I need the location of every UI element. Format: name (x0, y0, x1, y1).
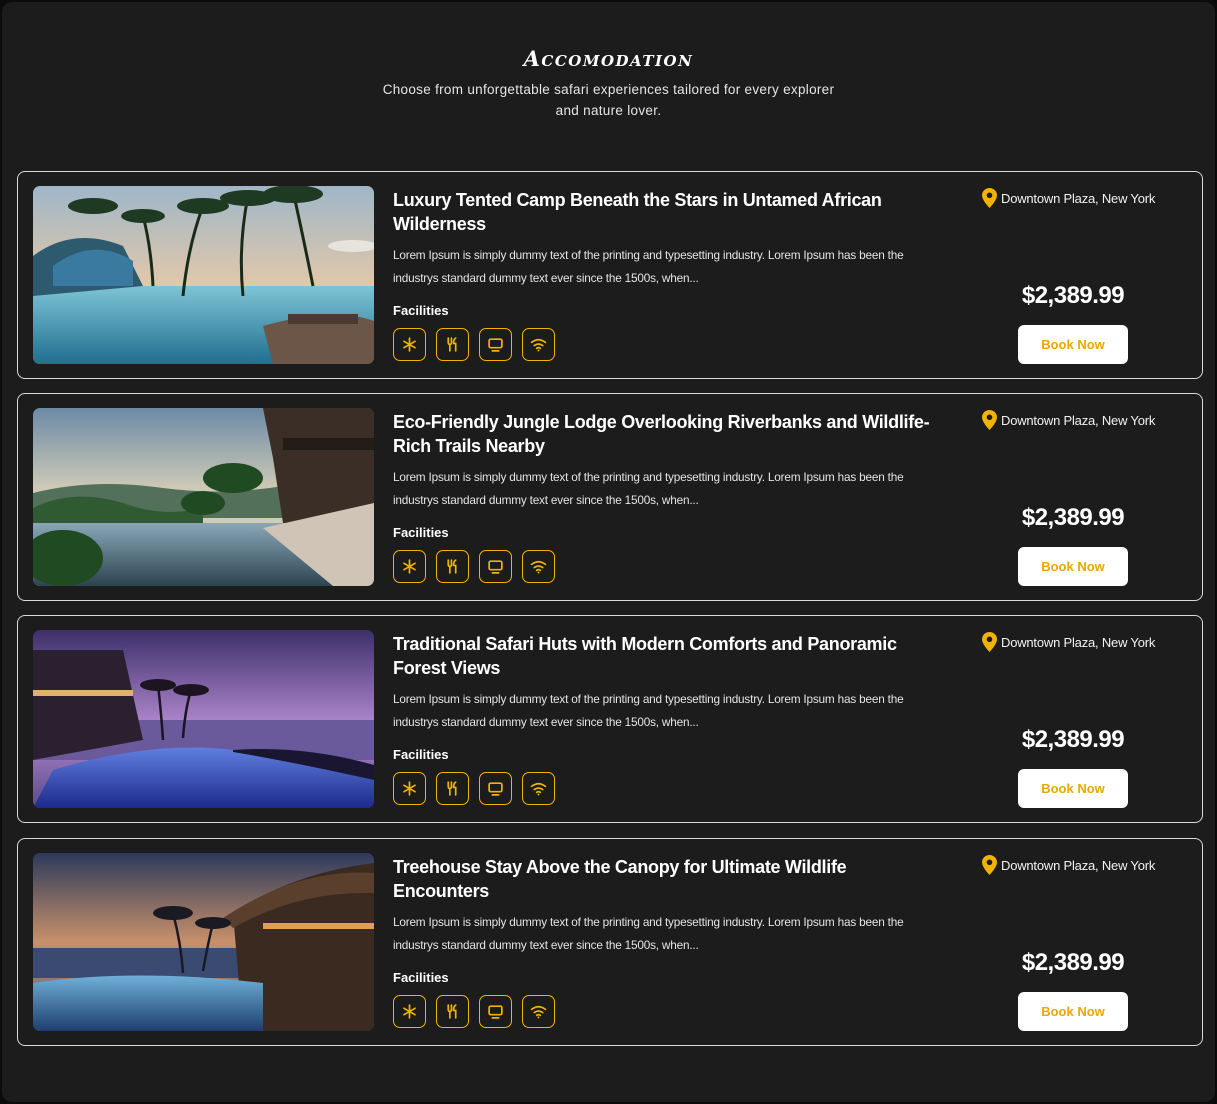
card-description: Lorem Ipsum is simply dummy text of the … (393, 248, 904, 285)
section-title: Accomodation (523, 46, 694, 71)
location-text: Downtown Plaza, New York (1001, 857, 1156, 873)
card-title: Luxury Tented Camp Beneath the Stars in … (393, 190, 882, 234)
card-price: $2,389.99 (1021, 282, 1125, 309)
card-image-sunset-pool[interactable] (33, 630, 374, 808)
card-title: Eco-Friendly Jungle Lodge Overlooking Ri… (393, 412, 930, 456)
accommodation-section: Accomodation Choose from unforgettable s… (2, 2, 1215, 1102)
snowflake-icon (393, 328, 426, 361)
fork-knife-icon (436, 772, 469, 805)
facilities-list (393, 995, 555, 1028)
accommodation-card: Luxury Tented Camp Beneath the Stars in … (17, 171, 1203, 379)
card-title: Treehouse Stay Above the Canopy for Ulti… (393, 857, 847, 901)
snowflake-icon (393, 772, 426, 805)
card-price: $2,389.99 (1021, 726, 1125, 753)
facilities-label: Facilities (393, 747, 449, 762)
fork-knife-icon (436, 995, 469, 1028)
book-now-button[interactable]: Book Now (1018, 992, 1128, 1031)
facilities-label: Facilities (393, 303, 449, 318)
facilities-list (393, 328, 555, 361)
map-pin-icon (982, 632, 997, 652)
tv-icon (479, 550, 512, 583)
facilities-list (393, 772, 555, 805)
snowflake-icon (393, 995, 426, 1028)
location-text: Downtown Plaza, New York (1001, 634, 1156, 650)
snowflake-icon (393, 550, 426, 583)
map-pin-icon (982, 410, 997, 430)
accommodation-card: Traditional Safari Huts with Modern Comf… (17, 615, 1203, 823)
card-location: Downtown Plaza, New York (982, 855, 1155, 875)
book-now-button[interactable]: Book Now (1018, 325, 1128, 364)
card-location: Downtown Plaza, New York (982, 632, 1155, 652)
card-description: Lorem Ipsum is simply dummy text of the … (393, 915, 904, 952)
section-subtitle: Choose from unforgettable safari experie… (382, 82, 835, 118)
wifi-icon (522, 995, 555, 1028)
fork-knife-icon (436, 328, 469, 361)
accommodation-card: Treehouse Stay Above the Canopy for Ulti… (17, 838, 1203, 1046)
accommodation-card: Eco-Friendly Jungle Lodge Overlooking Ri… (17, 393, 1203, 601)
card-price: $2,389.99 (1021, 949, 1125, 976)
tv-icon (479, 772, 512, 805)
wifi-icon (522, 772, 555, 805)
card-description: Lorem Ipsum is simply dummy text of the … (393, 470, 904, 507)
tv-icon (479, 328, 512, 361)
facilities-list (393, 550, 555, 583)
facilities-label: Facilities (393, 970, 449, 985)
card-location: Downtown Plaza, New York (982, 410, 1155, 430)
card-location: Downtown Plaza, New York (982, 188, 1155, 208)
wifi-icon (522, 328, 555, 361)
card-price: $2,389.99 (1021, 504, 1125, 531)
card-description: Lorem Ipsum is simply dummy text of the … (393, 692, 904, 729)
card-image-pool-palms[interactable] (33, 186, 374, 364)
location-text: Downtown Plaza, New York (1001, 412, 1156, 428)
location-text: Downtown Plaza, New York (1001, 190, 1156, 206)
tv-icon (479, 995, 512, 1028)
wifi-icon (522, 550, 555, 583)
map-pin-icon (982, 855, 997, 875)
book-now-button[interactable]: Book Now (1018, 769, 1128, 808)
card-image-treehouse-dusk[interactable] (33, 853, 374, 1031)
section-header: Accomodation Choose from unforgettable s… (2, 46, 1215, 121)
book-now-button[interactable]: Book Now (1018, 547, 1128, 586)
card-image-jungle-lodge[interactable] (33, 408, 374, 586)
map-pin-icon (982, 188, 997, 208)
fork-knife-icon (436, 550, 469, 583)
facilities-label: Facilities (393, 525, 449, 540)
card-title: Traditional Safari Huts with Modern Comf… (393, 634, 897, 678)
